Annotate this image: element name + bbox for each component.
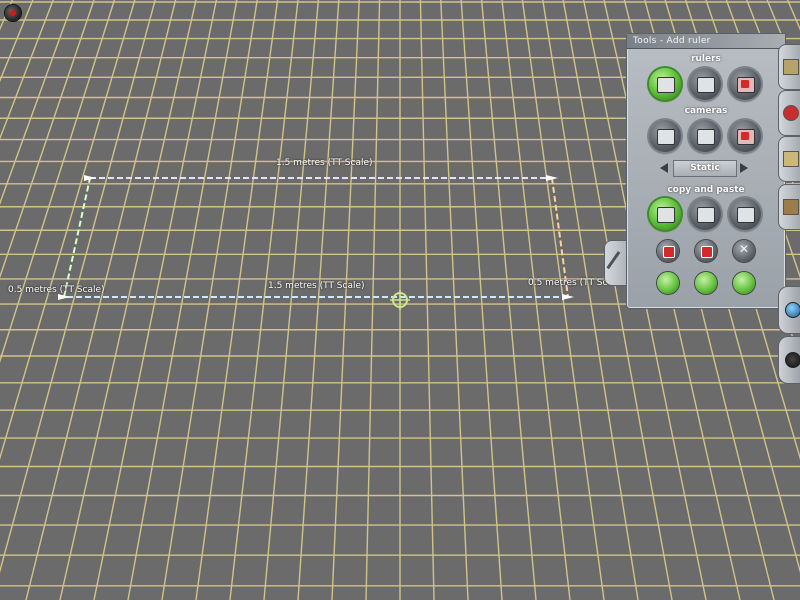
- add-ruler-icon: [657, 77, 675, 93]
- stop-button[interactable]: [657, 240, 679, 262]
- delete-camera-button[interactable]: [729, 120, 761, 152]
- paint-button[interactable]: [695, 272, 717, 294]
- texture-button[interactable]: [657, 272, 679, 294]
- copy-icon: [657, 207, 675, 223]
- clock-tab[interactable]: [778, 336, 800, 384]
- brush-button[interactable]: [695, 240, 717, 262]
- clock-icon: [785, 352, 800, 368]
- panel-title: Tools - Add ruler: [627, 34, 785, 49]
- mode-next-arrow[interactable]: [740, 163, 748, 173]
- ruler-label-top: 1.5 metres (TT Scale): [276, 158, 373, 168]
- paint-brush-icon: [783, 105, 799, 121]
- ruler-label-bottom: 1.5 metres (TT Scale): [268, 281, 365, 291]
- clear-icon: ✕: [738, 242, 750, 256]
- delete-camera-icon: [737, 129, 755, 145]
- paint-tab[interactable]: [778, 90, 800, 136]
- camera-mode-select[interactable]: Static: [673, 160, 737, 177]
- track-icon: [783, 199, 799, 215]
- terrain-icon: [783, 59, 799, 75]
- building-icon: [783, 151, 799, 167]
- move-ruler-button[interactable]: [689, 68, 721, 100]
- objects-tab[interactable]: [778, 136, 800, 182]
- delete-ruler-button[interactable]: [729, 68, 761, 100]
- compass-icon: [697, 207, 715, 223]
- add-camera-icon: [657, 129, 675, 145]
- move-camera-icon: [697, 129, 715, 145]
- copy-button[interactable]: [649, 198, 681, 230]
- rulers-label: rulers: [691, 54, 721, 64]
- close-button[interactable]: [5, 5, 21, 21]
- move-ruler-icon: [697, 77, 715, 93]
- copy-paste-label: copy and paste: [667, 185, 745, 195]
- stop-icon: [663, 246, 675, 258]
- ruler-label-left: 0.5 metres (TT Scale): [8, 285, 105, 295]
- delete-ruler-icon: [737, 77, 755, 93]
- globe-icon: [785, 302, 800, 318]
- paste-icon: [737, 207, 755, 223]
- track-tab[interactable]: [778, 184, 800, 230]
- tools-panel: Tools - Add ruler rulers cameras Static …: [626, 33, 786, 309]
- rotate-selection-button[interactable]: [689, 198, 721, 230]
- mode-prev-arrow[interactable]: [660, 163, 668, 173]
- brush-icon: [701, 246, 713, 258]
- paste-button[interactable]: [729, 198, 761, 230]
- add-ruler-button[interactable]: [649, 68, 681, 100]
- add-camera-button[interactable]: [649, 120, 681, 152]
- object-button[interactable]: [733, 272, 755, 294]
- clear-button[interactable]: ✕: [733, 240, 755, 262]
- cameras-label: cameras: [684, 106, 728, 116]
- globe-tab[interactable]: [778, 286, 800, 334]
- move-camera-button[interactable]: [689, 120, 721, 152]
- topology-tab[interactable]: [778, 44, 800, 90]
